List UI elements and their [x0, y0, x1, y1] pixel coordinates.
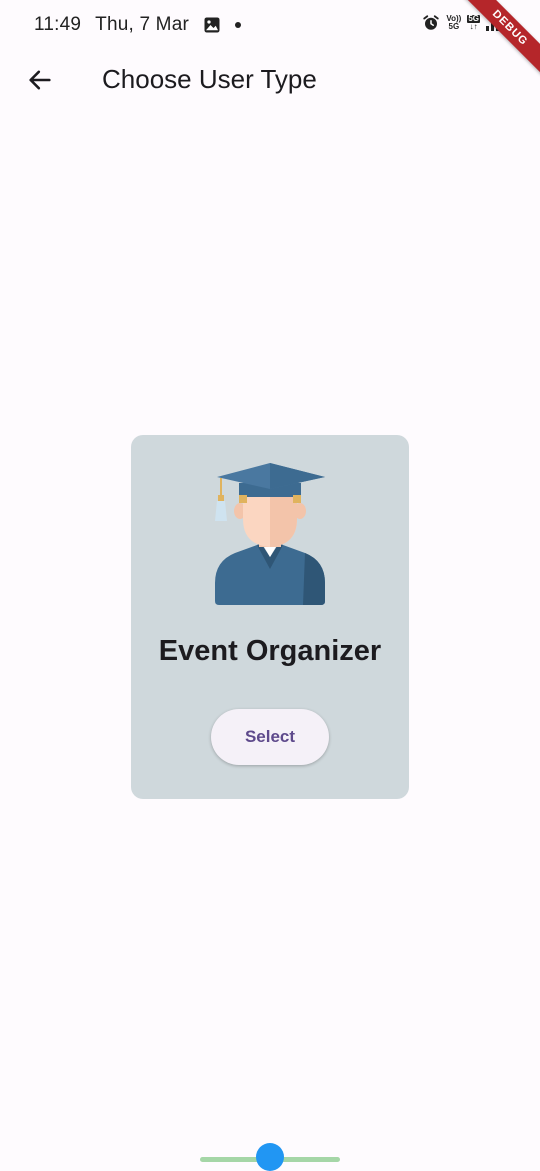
user-type-card: Event Organizer Select — [131, 435, 409, 799]
page-title: Choose User Type — [102, 64, 317, 94]
volte-bottom-label: 5G — [448, 22, 460, 31]
back-button[interactable] — [16, 56, 64, 104]
graduate-avatar-icon — [215, 463, 325, 605]
notification-dot-icon — [235, 22, 242, 28]
status-time: 11:49 — [34, 14, 82, 35]
gesture-nav-dot — [256, 1143, 284, 1171]
gallery-icon — [204, 17, 220, 33]
card-title: Event Organizer — [158, 635, 382, 667]
select-button[interactable]: Select — [211, 709, 329, 765]
status-left: 11:49 Thu, 7 Mar — [34, 14, 242, 36]
alarm-icon — [423, 15, 440, 30]
app-bar: Choose User Type — [0, 52, 540, 108]
status-date: Thu, 7 Mar — [95, 14, 190, 35]
status-bar: 11:49 Thu, 7 Mar Vo)) 5G 5G ↓↑ — [0, 0, 540, 52]
arrow-back-icon — [29, 70, 51, 90]
